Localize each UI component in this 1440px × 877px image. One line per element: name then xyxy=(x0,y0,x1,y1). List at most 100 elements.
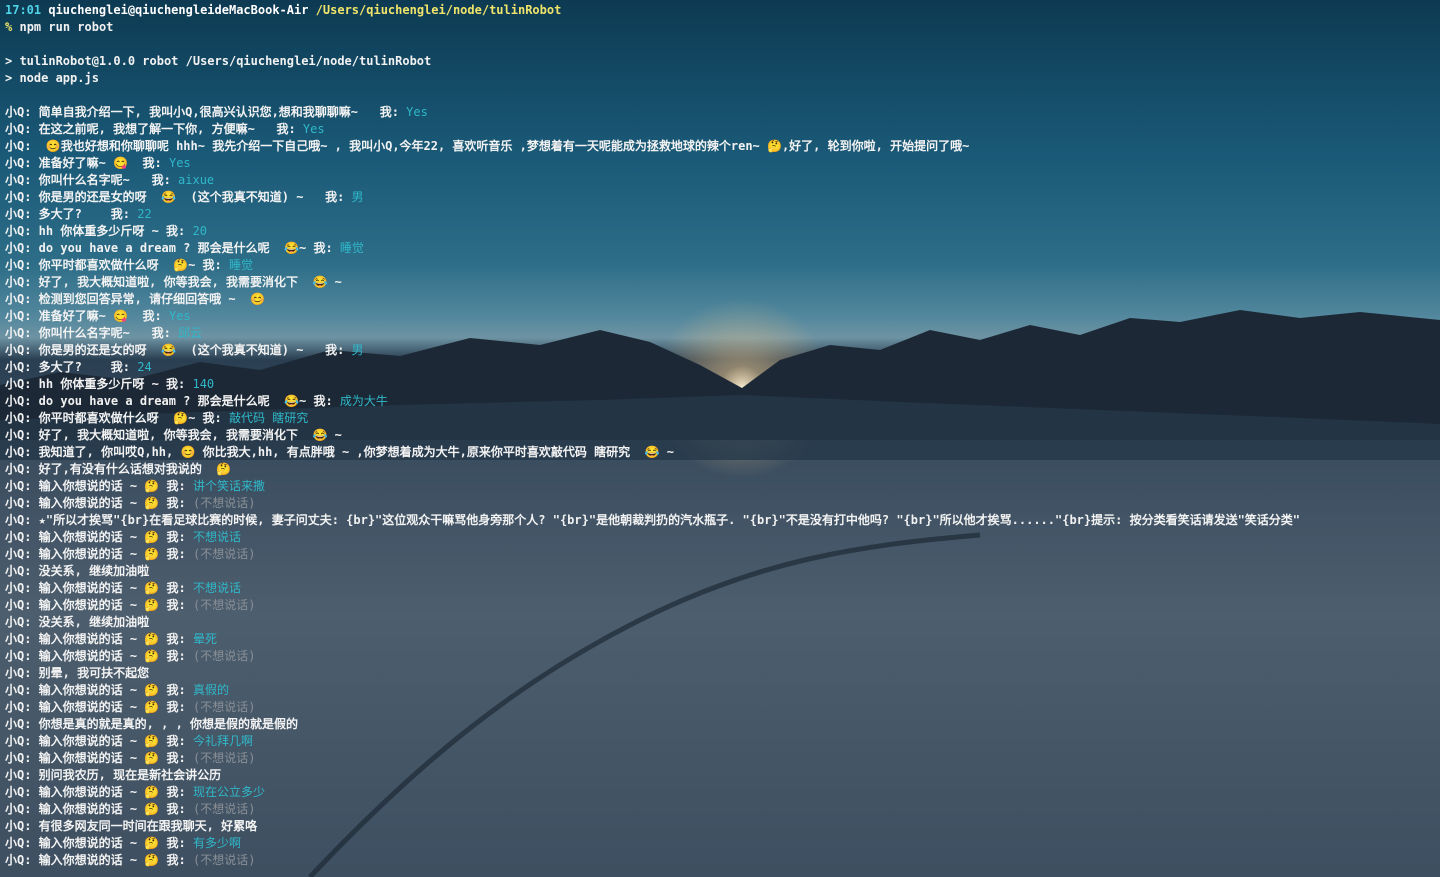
chat-line: 小Q: 别晕, 我可扶不起您 xyxy=(5,665,1440,682)
user-answer: Yes xyxy=(168,309,191,323)
user-answer: 邱云 xyxy=(178,326,203,340)
user-answer: (不想说话) xyxy=(192,547,256,561)
bot-message: 小Q: 好了, 我大概知道啦, 你等我会, 我需要消化下 😂 ~ xyxy=(5,275,342,289)
user-answer: 140 xyxy=(192,377,215,391)
bot-message: 小Q: 输入你想说的话 ~ 🤔 我: xyxy=(5,598,193,612)
chat-line: 小Q: 检测到您回答异常, 请仔细回答哦 ~ 😊 xyxy=(5,291,1440,308)
user-answer: 睡觉 xyxy=(339,241,364,255)
chat-line: 小Q: 输入你想说的话 ~ 🤔 我: (不想说话) xyxy=(5,546,1440,563)
chat-line: 小Q: 输入你想说的话 ~ 🤔 我: 晕死 xyxy=(5,631,1440,648)
command-text: npm run robot xyxy=(19,20,114,34)
bot-message: 小Q: hh 你体重多少斤呀 ~ 我: xyxy=(5,377,193,391)
user-answer: 不想说话 xyxy=(192,581,241,595)
chat-line: 小Q: hh 你体重多少斤呀 ~ 我: 140 xyxy=(5,376,1440,393)
chat-line: 小Q: 多大了? 我: 24 xyxy=(5,359,1440,376)
bot-message: 小Q: 准备好了嘛~ 😋 我: xyxy=(5,309,169,323)
chat-line: 小Q: 简单自我介绍一下, 我叫小Q,很高兴认识您,想和我聊聊嘛~ 我: Yes xyxy=(5,104,1440,121)
user-answer: 22 xyxy=(137,207,152,221)
bot-message: 小Q: 输入你想说的话 ~ 🤔 我: xyxy=(5,836,193,850)
bot-message: 小Q: 输入你想说的话 ~ 🤔 我: xyxy=(5,853,193,867)
bot-message: 小Q: 输入你想说的话 ~ 🤔 我: xyxy=(5,649,193,663)
bot-message: 小Q: 你叫什么名字呢~ 我: xyxy=(5,326,179,340)
bot-message: 小Q: 没关系, 继续加油啦 xyxy=(5,564,150,578)
bot-message: 小Q: 输入你想说的话 ~ 🤔 我: xyxy=(5,479,193,493)
bot-message: 小Q: 输入你想说的话 ~ 🤔 我: xyxy=(5,530,193,544)
bot-message: 小Q: 输入你想说的话 ~ 🤔 我: xyxy=(5,547,193,561)
terminal-window[interactable]: 17:01 qiuchenglei@qiuchengleideMacBook-A… xyxy=(0,0,1440,877)
bot-message: 小Q: 有很多网友同一时间在跟我聊天, 好累咯 xyxy=(5,819,258,833)
user-answer: 成为大牛 xyxy=(339,394,388,408)
bot-message: 小Q: 检测到您回答异常, 请仔细回答哦 ~ 😊 xyxy=(5,292,265,306)
bot-message: 小Q: 输入你想说的话 ~ 🤔 我: xyxy=(5,632,193,646)
bot-message: 小Q: 我知道了, 你叫哎Q,hh, 😊 你比我大,hh, 有点胖哦 ~ ,你梦… xyxy=(5,445,674,459)
user-answer: 晕死 xyxy=(192,632,217,646)
user-answer: 真假的 xyxy=(192,683,229,697)
user-answer: Yes xyxy=(302,122,325,136)
prompt-time: 17:01 xyxy=(5,3,42,17)
chat-line: 小Q: 准备好了嘛~ 😋 我: Yes xyxy=(5,308,1440,325)
chat-line: 小Q: 输入你想说的话 ~ 🤔 我: (不想说话) xyxy=(5,597,1440,614)
bot-message: 小Q: ★"所以才挨骂"{br}在看足球比赛的时候, 妻子问丈夫: {br}"这… xyxy=(5,513,1301,527)
chat-line: 小Q: 输入你想说的话 ~ 🤔 我: 真假的 xyxy=(5,682,1440,699)
chat-line: 小Q: 输入你想说的话 ~ 🤔 我: 现在公立多少 xyxy=(5,784,1440,801)
chat-line: 小Q: do you have a dream ? 那会是什么呢 😂~ 我: 睡… xyxy=(5,240,1440,257)
user-answer: (不想说话) xyxy=(192,496,256,510)
bot-message: 小Q: 好了, 我大概知道啦, 你等我会, 我需要消化下 😂 ~ xyxy=(5,428,342,442)
user-answer: (不想说话) xyxy=(192,802,256,816)
bot-message: 小Q: 输入你想说的话 ~ 🤔 我: xyxy=(5,785,193,799)
bot-message: 小Q: 多大了? 我: xyxy=(5,207,138,221)
bot-message: 小Q: 准备好了嘛~ 😋 我: xyxy=(5,156,169,170)
user-answer: (不想说话) xyxy=(192,598,256,612)
bot-message: 小Q: 多大了? 我: xyxy=(5,360,138,374)
chat-log: 小Q: 简单自我介绍一下, 我叫小Q,很高兴认识您,想和我聊聊嘛~ 我: Yes… xyxy=(5,104,1440,869)
user-answer: (不想说话) xyxy=(192,751,256,765)
chat-line: 小Q: 好了,有没有什么话想对我说的 🤔 xyxy=(5,461,1440,478)
bot-message: 小Q: hh 你体重多少斤呀 ~ 我: xyxy=(5,224,193,238)
chat-line: 小Q: 你叫什么名字呢~ 我: aixue xyxy=(5,172,1440,189)
chat-line: 小Q: 没关系, 继续加油啦 xyxy=(5,563,1440,580)
chat-line: 小Q: 你是男的还是女的呀 😂 (这个我真不知道) ~ 我: 男 xyxy=(5,189,1440,206)
prompt-line: 17:01 qiuchenglei@qiuchengleideMacBook-A… xyxy=(5,2,1440,19)
chat-line: 小Q: 在这之前呢, 我想了解一下你, 方便嘛~ 我: Yes xyxy=(5,121,1440,138)
bot-message: 小Q: 在这之前呢, 我想了解一下你, 方便嘛~ 我: xyxy=(5,122,303,136)
chat-line: 小Q: ★"所以才挨骂"{br}在看足球比赛的时候, 妻子问丈夫: {br}"这… xyxy=(5,512,1440,529)
user-answer: 睡觉 xyxy=(228,258,253,272)
chat-line: 小Q: 你平时都喜欢做什么呀 🤔~ 我: 敲代码 瞎研究 xyxy=(5,410,1440,427)
chat-line: 小Q: 你是男的还是女的呀 😂 (这个我真不知道) ~ 我: 男 xyxy=(5,342,1440,359)
user-answer: Yes xyxy=(406,105,428,119)
bot-message: 小Q: 你是男的还是女的呀 😂 (这个我真不知道) ~ 我: xyxy=(5,190,352,204)
bot-message: 小Q: 别问我农历, 现在是新社会讲公历 xyxy=(5,768,222,782)
bot-message: 小Q: 你平时都喜欢做什么呀 🤔~ 我: xyxy=(5,411,229,425)
user-answer: 男 xyxy=(351,343,364,357)
user-answer: 24 xyxy=(137,360,152,374)
bot-message: 小Q: 简单自我介绍一下, 我叫小Q,很高兴认识您,想和我聊聊嘛~ 我: xyxy=(5,105,407,119)
chat-line: 小Q: 输入你想说的话 ~ 🤔 我: (不想说话) xyxy=(5,648,1440,665)
bot-message: 小Q: 输入你想说的话 ~ 🤔 我: xyxy=(5,700,193,714)
user-answer: 男 xyxy=(351,190,364,204)
chat-line: 小Q: 没关系, 继续加油啦 xyxy=(5,614,1440,631)
bot-message: 小Q: 😊我也好想和你聊聊呢 hhh~ 我先介绍一下自己哦~ , 我叫小Q,今年… xyxy=(5,139,970,153)
chat-line: 小Q: 准备好了嘛~ 😋 我: Yes xyxy=(5,155,1440,172)
bot-message: 小Q: do you have a dream ? 那会是什么呢 😂~ 我: xyxy=(5,394,340,408)
bot-message: 小Q: 输入你想说的话 ~ 🤔 我: xyxy=(5,683,193,697)
user-answer: 现在公立多少 xyxy=(192,785,265,799)
chat-line: 小Q: 我知道了, 你叫哎Q,hh, 😊 你比我大,hh, 有点胖哦 ~ ,你梦… xyxy=(5,444,1440,461)
chat-line: 小Q: 好了, 我大概知道啦, 你等我会, 我需要消化下 😂 ~ xyxy=(5,274,1440,291)
chat-line: 小Q: 输入你想说的话 ~ 🤔 我: (不想说话) xyxy=(5,852,1440,869)
chat-line: 小Q: 输入你想说的话 ~ 🤔 我: 不想说话 xyxy=(5,580,1440,597)
bot-message: 小Q: 别晕, 我可扶不起您 xyxy=(5,666,150,680)
prompt-user-host: qiuchenglei@qiuchengleideMacBook-Air xyxy=(48,3,309,17)
bot-message: 小Q: 输入你想说的话 ~ 🤔 我: xyxy=(5,581,193,595)
user-answer: Yes xyxy=(168,156,191,170)
prompt-symbol: % xyxy=(5,20,13,34)
bot-message: 小Q: 好了,有没有什么话想对我说的 🤔 xyxy=(5,462,232,476)
user-answer: (不想说话) xyxy=(192,700,256,714)
user-answer: 不想说话 xyxy=(192,530,241,544)
prompt-path: /Users/qiuchenglei/node/tulinRobot xyxy=(315,3,562,17)
bot-message: 小Q: 输入你想说的话 ~ 🤔 我: xyxy=(5,751,193,765)
chat-line: 小Q: 别问我农历, 现在是新社会讲公历 xyxy=(5,767,1440,784)
chat-line: 小Q: 😊我也好想和你聊聊呢 hhh~ 我先介绍一下自己哦~ , 我叫小Q,今年… xyxy=(5,138,1440,155)
chat-line: 小Q: 输入你想说的话 ~ 🤔 我: (不想说话) xyxy=(5,801,1440,818)
chat-line: 小Q: 好了, 我大概知道啦, 你等我会, 我需要消化下 😂 ~ xyxy=(5,427,1440,444)
bot-message: 小Q: 输入你想说的话 ~ 🤔 我: xyxy=(5,734,193,748)
